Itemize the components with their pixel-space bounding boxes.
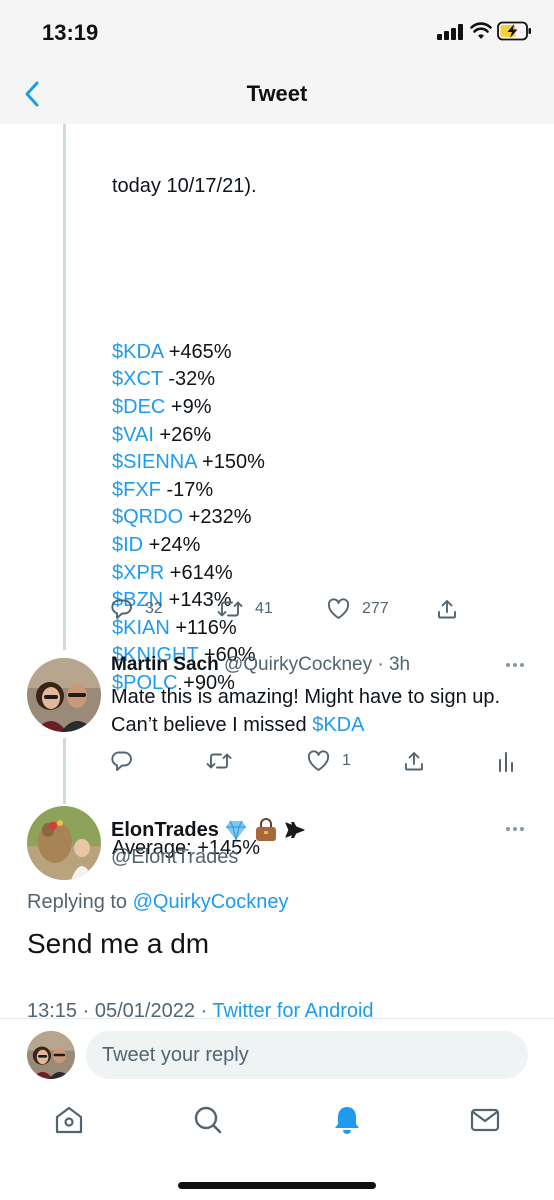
reply-author-name[interactable]: Martin Sach	[111, 654, 219, 675]
status-bar: 13:19	[0, 0, 554, 62]
reply-input[interactable]	[86, 1031, 528, 1079]
ticker-row: $ID +24%	[112, 532, 265, 560]
share-button[interactable]	[403, 750, 425, 772]
retweet-icon	[206, 753, 232, 769]
cashtag-link[interactable]: $KDA	[112, 341, 163, 363]
ticker-change: +26%	[153, 423, 212, 446]
retweet-button[interactable]: 41	[217, 598, 273, 620]
main-author-avatar[interactable]	[27, 806, 101, 880]
cellular-signal-icon	[437, 24, 463, 40]
thread-connector-line	[63, 124, 66, 650]
reply-icon	[111, 599, 132, 619]
notifications-bell-icon[interactable]	[331, 1104, 363, 1136]
ticker-change: +232%	[183, 506, 252, 529]
heart-icon	[307, 750, 330, 771]
retweet-count: 41	[255, 600, 273, 617]
reply-header: Martin Sach @QuirkyCockney · 3h	[111, 654, 410, 676]
ticker-change: -32%	[162, 368, 216, 391]
cashtag-link[interactable]: $VAI	[112, 424, 154, 446]
share-button[interactable]	[436, 598, 458, 620]
cashtag-link[interactable]: $DEC	[112, 396, 165, 418]
reply-text: Mate this is amazing! Might have to sign…	[111, 683, 531, 739]
ticker-change: +614%	[164, 561, 233, 584]
current-user-avatar[interactable]	[27, 1031, 75, 1079]
share-icon	[405, 752, 423, 771]
handbag-emoji-icon	[255, 818, 276, 841]
retweet-icon	[217, 601, 243, 617]
home-indicator	[178, 1182, 376, 1189]
main-author-name[interactable]: ElonTrades	[111, 819, 219, 842]
ticker-row: $SIENNA +150%	[112, 449, 265, 477]
analytics-icon	[499, 752, 513, 772]
analytics-button[interactable]	[497, 750, 515, 772]
cashtag-link[interactable]: $XPR	[112, 562, 164, 584]
reply-author-avatar[interactable]	[27, 658, 101, 732]
ticker-change: +24%	[143, 533, 201, 556]
parent-tweet-actions: 32 41 277	[0, 598, 554, 622]
ticker-row: $FXF -17%	[112, 477, 265, 505]
ticker-row: $XPR +614%	[112, 560, 265, 588]
reply-count: 32	[145, 600, 163, 617]
like-count: 277	[362, 600, 389, 617]
reply-author-handle[interactable]: @QuirkyCockney	[224, 654, 372, 675]
like-button[interactable]: 277	[327, 598, 389, 620]
reply-button[interactable]	[111, 750, 133, 772]
status-time: 13:19	[42, 20, 99, 45]
messages-envelope-icon[interactable]	[469, 1104, 501, 1136]
ticker-change: +150%	[196, 451, 265, 474]
replying-to-handle[interactable]: @QuirkyCockney	[133, 891, 289, 913]
search-icon[interactable]	[192, 1104, 224, 1136]
heart-icon	[327, 598, 350, 619]
ticker-row: $XCT -32%	[112, 366, 265, 394]
cashtag-link[interactable]: $FXF	[112, 479, 161, 501]
cashtag-link[interactable]: $SIENNA	[112, 451, 196, 473]
share-icon	[438, 600, 456, 619]
ticker-change: +465%	[163, 340, 232, 363]
reply-text-body: Mate this is amazing! Might have to sign…	[111, 686, 501, 736]
airplane-emoji-icon	[285, 822, 305, 838]
reply-composer	[0, 1018, 554, 1090]
reply-time: 3h	[388, 654, 411, 675]
ticker-change: -17%	[160, 478, 214, 501]
reply-icon	[111, 751, 132, 771]
ticker-row: $VAI +26%	[112, 422, 265, 450]
cashtag-link[interactable]: $XCT	[112, 368, 163, 390]
ticker-row: $DEC +9%	[112, 394, 265, 422]
reply-button[interactable]: 32	[111, 598, 163, 620]
replying-prefix: Replying to	[27, 891, 133, 913]
ticker-row: $QRDO +232%	[112, 504, 265, 532]
retweet-button[interactable]	[206, 750, 232, 772]
ticker-list: $KDA +465% $XCT -32% $DEC +9% $VAI +26% $SIE…	[112, 339, 265, 698]
main-author-name-row[interactable]: ElonTrades	[111, 818, 305, 842]
battery-charging-icon	[497, 21, 531, 41]
like-count: 1	[342, 752, 351, 769]
home-icon[interactable]	[53, 1104, 85, 1136]
replying-to-line: Replying to @QuirkyCockney	[27, 891, 289, 914]
more-options-icon[interactable]	[506, 663, 526, 669]
reply-separator: ·	[372, 654, 389, 675]
main-tweet-text: Send me a dm	[27, 928, 210, 959]
parent-tweet-intro: today 10/17/21).	[112, 175, 257, 198]
parent-tweet-text: today 10/17/21). $KDA +465% $XCT -32% $DEC…	[112, 118, 265, 891]
diamond-emoji-icon	[225, 820, 246, 841]
page-title: Tweet	[246, 81, 308, 106]
navigation-bar: Tweet	[0, 62, 554, 124]
cashtag-link[interactable]: $QRDO	[112, 506, 183, 528]
more-options-icon[interactable]	[506, 827, 526, 833]
reply-tweet-actions: 1	[0, 750, 554, 774]
wifi-icon	[470, 22, 492, 39]
reply-cashtag[interactable]: $KDA	[312, 714, 364, 736]
like-button[interactable]: 1	[307, 750, 351, 772]
ticker-row: $KDA +465%	[112, 339, 265, 367]
main-author-handle[interactable]: @ElontTrades	[111, 846, 238, 869]
ticker-change: +9%	[165, 395, 212, 418]
cashtag-link[interactable]: $ID	[112, 534, 143, 556]
